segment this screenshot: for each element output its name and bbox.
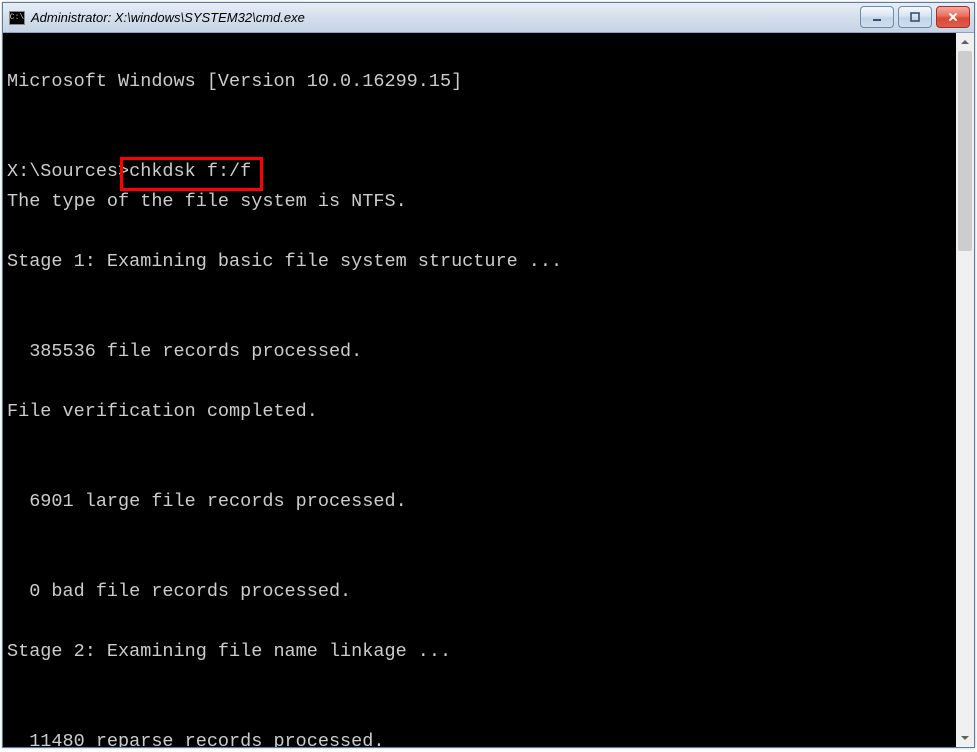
command-line: X:\Sources>chkdsk f:/f <box>7 161 251 182</box>
prompt-text: X:\Sources> <box>7 161 129 182</box>
minimize-button[interactable] <box>860 6 894 28</box>
console-header-line: Microsoft Windows [Version 10.0.16299.15… <box>7 71 462 92</box>
maximize-button[interactable] <box>898 6 932 28</box>
cmd-window: C:\ Administrator: X:\windows\SYSTEM32\c… <box>2 2 975 748</box>
console-output[interactable]: Microsoft Windows [Version 10.0.16299.15… <box>3 33 956 747</box>
titlebar[interactable]: C:\ Administrator: X:\windows\SYSTEM32\c… <box>3 3 974 33</box>
output-lines: The type of the file system is NTFS. Sta… <box>7 191 562 747</box>
command-text: chkdsk f:/f <box>129 161 251 182</box>
window-title: Administrator: X:\windows\SYSTEM32\cmd.e… <box>31 10 305 25</box>
vertical-scrollbar[interactable] <box>956 33 974 747</box>
close-button[interactable] <box>936 6 970 28</box>
scroll-down-arrow-icon[interactable] <box>956 729 974 747</box>
scroll-up-arrow-icon[interactable] <box>956 33 974 51</box>
scroll-thumb[interactable] <box>958 51 972 251</box>
client-area: Microsoft Windows [Version 10.0.16299.15… <box>3 33 974 747</box>
cmd-icon: C:\ <box>9 11 25 25</box>
window-controls <box>860 6 970 28</box>
